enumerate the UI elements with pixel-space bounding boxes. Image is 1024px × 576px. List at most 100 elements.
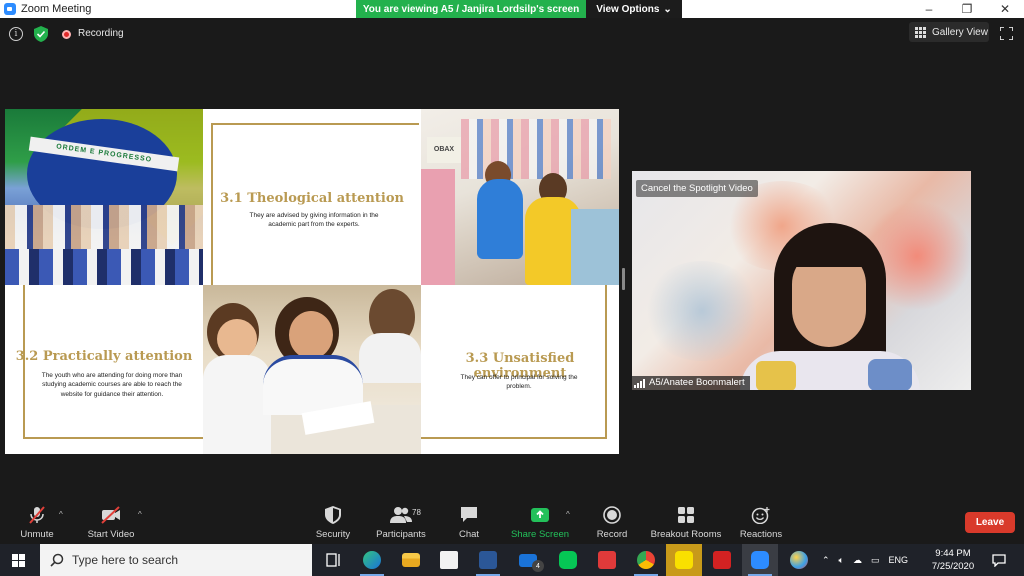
windows-taskbar: Type here to search 4 ⌃ 🔈︎ ☁︎ ▭ ENG 9:44…: [0, 544, 1024, 576]
tray-chevron-up-icon[interactable]: ⌃: [822, 555, 830, 566]
section-heading: 3.1 Theological attention: [220, 191, 404, 206]
photo-brazil-students: ORDEM E PROGRESSO: [5, 109, 203, 285]
fullscreen-icon[interactable]: [1000, 27, 1013, 40]
breakout-rooms-button[interactable]: Breakout Rooms: [646, 500, 726, 544]
search-icon: [50, 553, 64, 567]
close-button[interactable]: ✕: [986, 0, 1024, 18]
clock-time: 9:44 PM: [935, 548, 971, 559]
breakout-rooms-label: Breakout Rooms: [650, 529, 722, 540]
window-controls: – ❐ ✕: [910, 0, 1024, 18]
clock-date: 7/25/2020: [931, 561, 975, 572]
recording-dot-icon: [62, 30, 71, 39]
recording-label: Recording: [78, 28, 124, 39]
paint-icon[interactable]: [781, 544, 817, 576]
shield-check-icon[interactable]: [34, 26, 48, 42]
shield-icon: [322, 505, 344, 525]
battery-icon[interactable]: ▭: [871, 555, 880, 566]
record-button[interactable]: Record: [592, 500, 632, 544]
participants-icon: [390, 505, 412, 525]
photo-classroom-circle: OBAX: [421, 109, 619, 285]
share-screen-button[interactable]: Share Screen: [508, 500, 572, 544]
file-explorer-icon[interactable]: [393, 544, 429, 576]
screen-share-banner: You are viewing A5 / Janjira Lordsilp's …: [356, 0, 682, 18]
start-video-label: Start Video: [87, 529, 135, 540]
volume-icon[interactable]: 🔈︎: [839, 555, 844, 566]
gift-icon[interactable]: [589, 544, 625, 576]
line-app-icon[interactable]: [550, 544, 586, 576]
section-body: The youth who are attending for doing mo…: [41, 372, 183, 398]
notifications-icon[interactable]: [984, 544, 1014, 576]
gallery-view-button[interactable]: Gallery View: [909, 22, 989, 42]
section-heading: 3.2 Practically attention: [15, 349, 193, 364]
unmute-label: Unmute: [20, 529, 54, 540]
window-title: Zoom Meeting: [21, 3, 92, 15]
chat-label: Chat: [458, 529, 480, 540]
minimize-button[interactable]: –: [910, 0, 948, 18]
share-options-caret[interactable]: ^: [566, 510, 570, 519]
pdf-reader-icon[interactable]: [704, 544, 740, 576]
signal-strength-icon: [634, 378, 645, 388]
participants-button[interactable]: Participants: [370, 500, 432, 544]
chat-bubble-icon: [458, 505, 480, 525]
zoom-taskbar-icon[interactable]: [742, 544, 778, 576]
zoom-app-icon: [4, 3, 16, 15]
grid-icon: [915, 26, 926, 38]
share-screen-icon: [529, 505, 551, 525]
section-practically: 3.2 Practically attention The youth who …: [5, 285, 203, 454]
gallery-view-label: Gallery View: [932, 26, 988, 38]
leave-button[interactable]: Leave: [965, 512, 1015, 533]
unmute-button[interactable]: Unmute: [14, 500, 60, 544]
meeting-controls: Unmute ^ Start Video ^ Security Particip…: [0, 500, 1024, 544]
language-indicator[interactable]: ENG: [888, 555, 908, 565]
classroom-sign: OBAX: [427, 137, 461, 163]
video-off-icon: [100, 505, 122, 525]
share-screen-label: Share Screen: [510, 529, 570, 540]
viewing-screen-label: You are viewing A5 / Janjira Lordsilp's …: [356, 0, 586, 18]
chrome-icon[interactable]: [628, 544, 664, 576]
taskbar-clock[interactable]: 9:44 PM 7/25/2020: [928, 547, 978, 573]
participants-count: 78: [412, 508, 421, 517]
security-button[interactable]: Security: [310, 500, 356, 544]
zoom-window: Zoom Meeting – ❐ ✕ You are viewing A5 / …: [0, 0, 1024, 576]
participant-video[interactable]: [632, 171, 971, 390]
muted-microphone-icon: [26, 505, 48, 525]
section-theological: 3.1 Theological attention They are advis…: [203, 109, 421, 285]
section-unsatisfied: 3.3 Unsatisfied environment They can off…: [421, 285, 619, 454]
mail-icon[interactable]: 4: [510, 544, 546, 576]
split-view-drag-handle[interactable]: [622, 268, 625, 290]
cloud-icon[interactable]: ☁︎: [853, 555, 862, 566]
meeting-top-bar: i Recording Gallery View: [0, 18, 1024, 50]
audio-options-caret[interactable]: ^: [59, 510, 63, 519]
store-icon[interactable]: [431, 544, 467, 576]
record-icon: [601, 505, 623, 525]
view-options-label: View Options: [596, 3, 660, 15]
windows-start-icon[interactable]: [12, 554, 25, 567]
reactions-button[interactable]: Reactions: [738, 500, 784, 544]
restore-button[interactable]: ❐: [948, 0, 986, 18]
breakout-rooms-icon: [675, 505, 697, 525]
shared-screen-slide: ORDEM E PROGRESSO 3.1 Theological attent…: [5, 109, 619, 454]
record-label: Record: [596, 529, 628, 540]
section-body: They can offer to principal for solving …: [460, 374, 578, 391]
system-tray: ⌃ 🔈︎ ☁︎ ▭ ENG: [822, 544, 908, 576]
chat-button[interactable]: Chat: [450, 500, 488, 544]
taskbar-search[interactable]: Type here to search: [40, 544, 312, 576]
word-icon[interactable]: [470, 544, 506, 576]
cancel-spotlight-button[interactable]: Cancel the Spotlight Video: [636, 180, 758, 197]
section-body: They are advised by giving information i…: [249, 212, 379, 229]
participant-name: A5/Anatee Boonmalert: [649, 377, 745, 388]
chevron-down-icon: ⌄: [663, 3, 672, 15]
security-label: Security: [315, 529, 351, 540]
participant-name-tag: A5/Anatee Boonmalert: [632, 376, 750, 390]
edge-browser-icon[interactable]: [354, 544, 390, 576]
info-icon[interactable]: i: [9, 27, 23, 41]
start-video-button[interactable]: Start Video: [82, 500, 140, 544]
kakaotalk-icon[interactable]: [666, 544, 702, 576]
photo-girls-writing: [203, 285, 421, 454]
task-view-icon[interactable]: [316, 544, 352, 576]
view-options-button[interactable]: View Options ⌄: [586, 0, 682, 18]
smiley-plus-icon: [750, 505, 772, 525]
video-options-caret[interactable]: ^: [138, 510, 142, 519]
search-placeholder: Type here to search: [72, 553, 179, 567]
participants-label: Participants: [376, 529, 426, 540]
